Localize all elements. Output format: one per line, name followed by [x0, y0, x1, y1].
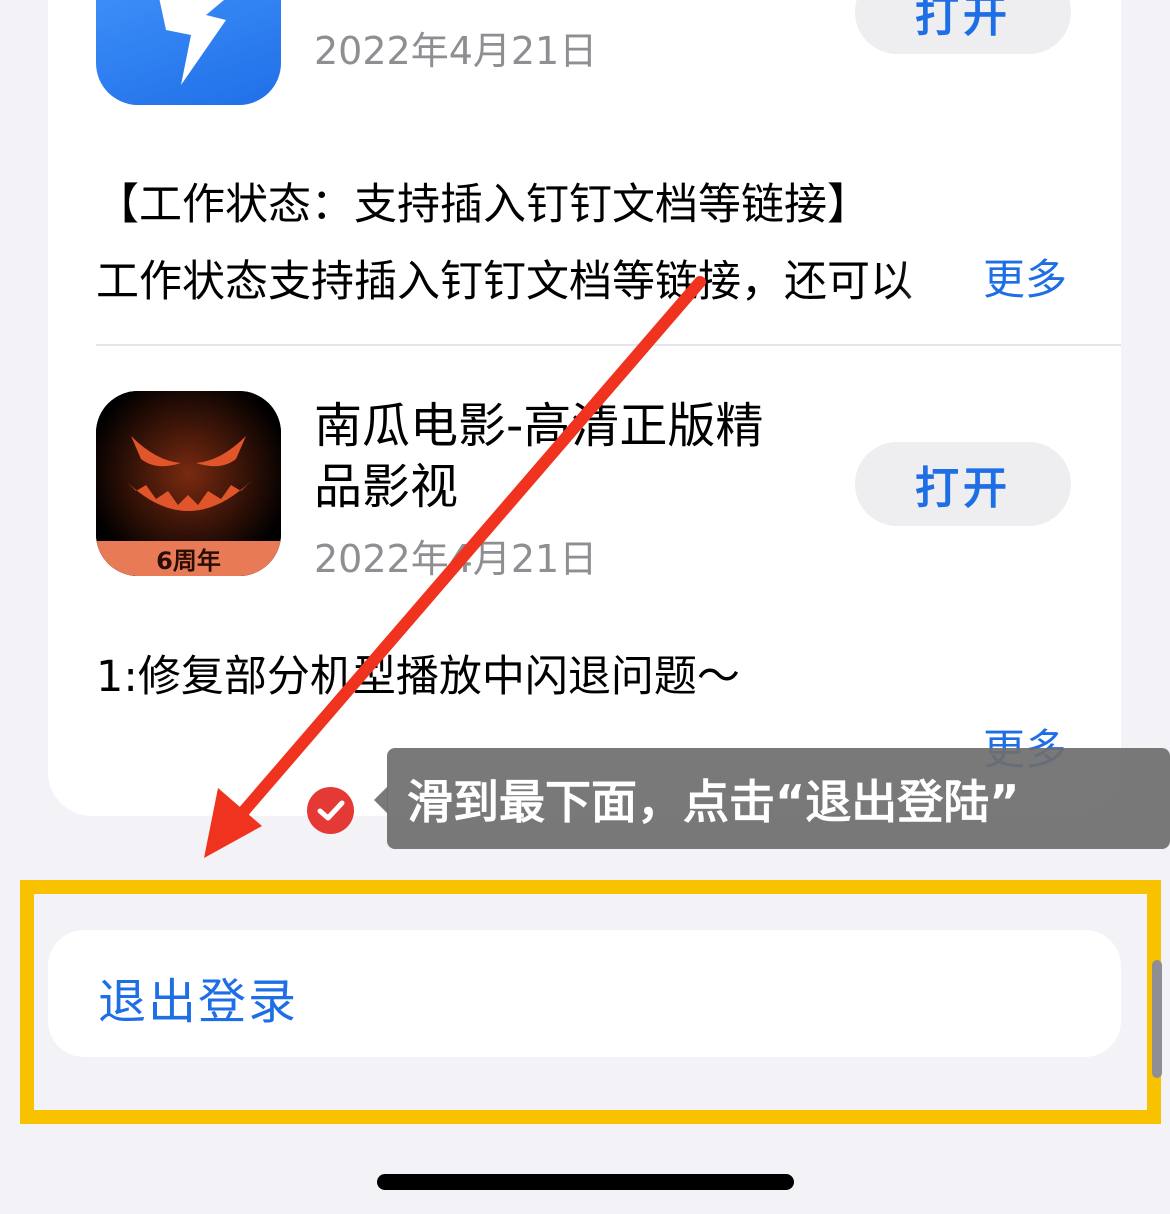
open-button[interactable]: 打开 — [855, 0, 1071, 54]
instruction-tooltip: 滑到最下面，点击“退出登陆” — [387, 748, 1170, 849]
update-description: 工作状态支持插入钉钉文档等链接，还可以 — [96, 257, 913, 307]
update-description: 1:修复部分机型播放中闪退问题～ — [96, 652, 740, 702]
check-icon — [307, 787, 354, 834]
text-fade — [900, 245, 980, 305]
divider — [96, 344, 1121, 346]
app-date: 2022年4月21日 — [314, 29, 598, 73]
app-name: 南瓜电影-高清正版精 — [314, 398, 764, 454]
open-button[interactable]: 打开 — [855, 442, 1071, 526]
more-link[interactable]: 更多 — [983, 246, 1067, 307]
dingtalk-icon[interactable] — [96, 0, 281, 105]
app-name-line2: 品影视 — [314, 459, 459, 515]
logout-label: 退出登录 — [98, 974, 299, 1030]
app-date: 2022年4月21日 — [314, 537, 598, 581]
logout-button[interactable]: 退出登录 — [48, 930, 1121, 1057]
anniversary-badge: 6周年 — [156, 547, 221, 575]
home-indicator[interactable] — [377, 1174, 794, 1190]
pumpkin-movie-icon[interactable]: 6周年 — [96, 391, 281, 576]
tooltip-tail — [374, 786, 388, 814]
scrollbar[interactable] — [1152, 960, 1162, 1078]
update-title: 【工作状态：支持插入钉钉文档等链接】 — [96, 180, 870, 230]
